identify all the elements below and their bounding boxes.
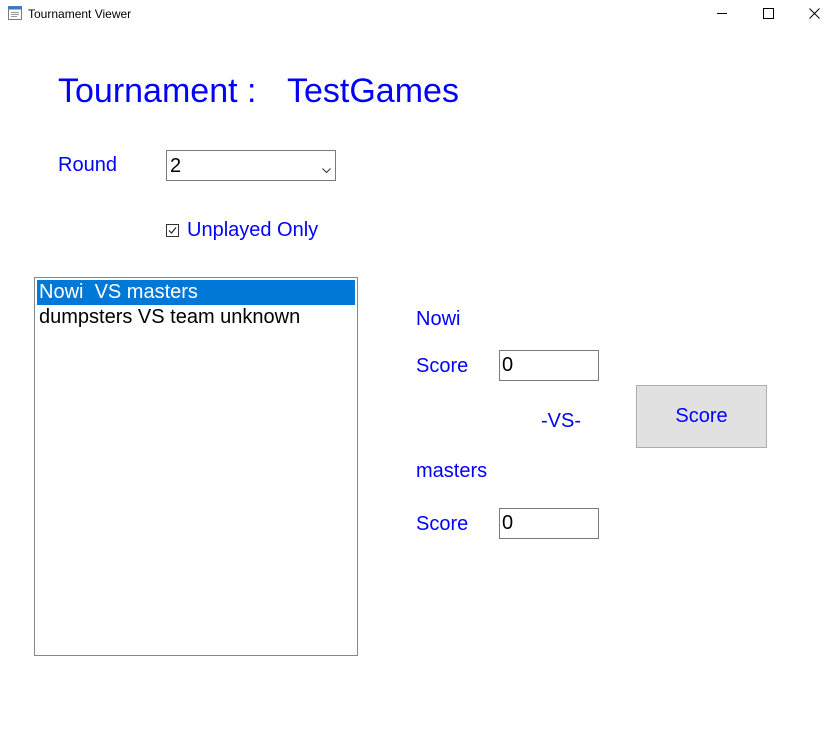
team-two-name: masters (416, 460, 488, 482)
round-selected-value: 2 (170, 155, 182, 177)
minimize-icon (716, 6, 728, 24)
vs-label: -VS- (541, 410, 581, 432)
tournament-header-label: Tournament : (58, 72, 257, 110)
checkmark-icon (168, 227, 177, 234)
round-label: Round (58, 154, 117, 176)
team-one-score-input[interactable] (499, 350, 599, 381)
maximize-icon (762, 6, 774, 24)
score-button[interactable]: Score (636, 385, 767, 448)
title-bar: Tournament Viewer (0, 0, 837, 30)
team-one-name: Nowi (416, 308, 461, 330)
close-icon (808, 6, 820, 24)
round-dropdown[interactable]: 2 (166, 150, 336, 181)
matchup-list-item[interactable]: Nowi VS masters (37, 280, 355, 305)
matchup-listbox[interactable]: Nowi VS masters dumpsters VS team unknow… (34, 277, 358, 656)
close-button[interactable] (791, 0, 837, 30)
app-window-icon (8, 6, 22, 20)
minimize-button[interactable] (699, 0, 745, 30)
unplayed-only-label[interactable]: Unplayed Only (187, 219, 318, 242)
team-one-score-label: Score (416, 355, 469, 377)
tournament-name: TestGames (287, 72, 459, 110)
unplayed-only-checkbox[interactable] (166, 224, 179, 237)
matchup-list-item[interactable]: dumpsters VS team unknown (37, 305, 355, 330)
chevron-down-icon (322, 161, 331, 179)
window-title: Tournament Viewer (28, 7, 132, 21)
maximize-button[interactable] (745, 0, 791, 30)
team-two-score-label: Score (416, 513, 469, 535)
team-two-score-input[interactable] (499, 508, 599, 539)
